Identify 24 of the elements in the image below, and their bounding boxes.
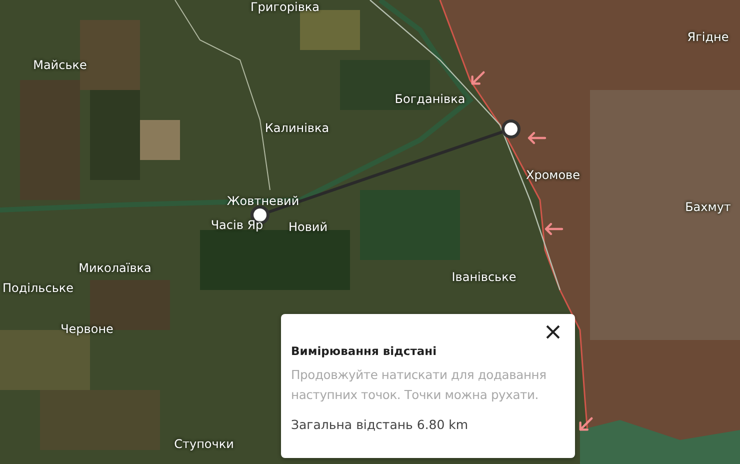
panel-hint: Продовжуйте натискати для додавання наступних точок. Точки можна рухати. bbox=[291, 367, 548, 404]
place-label: Жовтневий bbox=[226, 194, 300, 208]
panel-title: Вимірювання відстані bbox=[291, 344, 438, 358]
place-label: Ступочки bbox=[174, 437, 234, 451]
place-label: Хромове bbox=[526, 168, 580, 182]
arrow-icon bbox=[544, 222, 564, 236]
place-label: Часів Яр bbox=[210, 218, 264, 232]
place-label: Миколаївка bbox=[78, 261, 152, 275]
place-label: Подільське bbox=[2, 281, 74, 295]
place-label: Іванівське bbox=[452, 270, 516, 284]
total-distance: Загальна відстань 6.80 km bbox=[291, 417, 470, 432]
place-label: Григорівка bbox=[250, 0, 320, 14]
place-label: Калинівка bbox=[264, 121, 330, 135]
place-label: Бахмут bbox=[685, 200, 731, 214]
place-label: Ягідне bbox=[687, 30, 729, 44]
arrow-icon bbox=[471, 71, 485, 85]
place-label: Новий bbox=[288, 220, 328, 234]
measure-point[interactable] bbox=[502, 120, 520, 138]
place-label: Червоне bbox=[60, 322, 114, 336]
place-label: Майське bbox=[33, 58, 87, 72]
close-icon bbox=[546, 325, 560, 339]
place-label: Богданівка bbox=[394, 92, 466, 106]
arrow-icon bbox=[528, 132, 546, 144]
arrow-icon bbox=[579, 417, 593, 431]
